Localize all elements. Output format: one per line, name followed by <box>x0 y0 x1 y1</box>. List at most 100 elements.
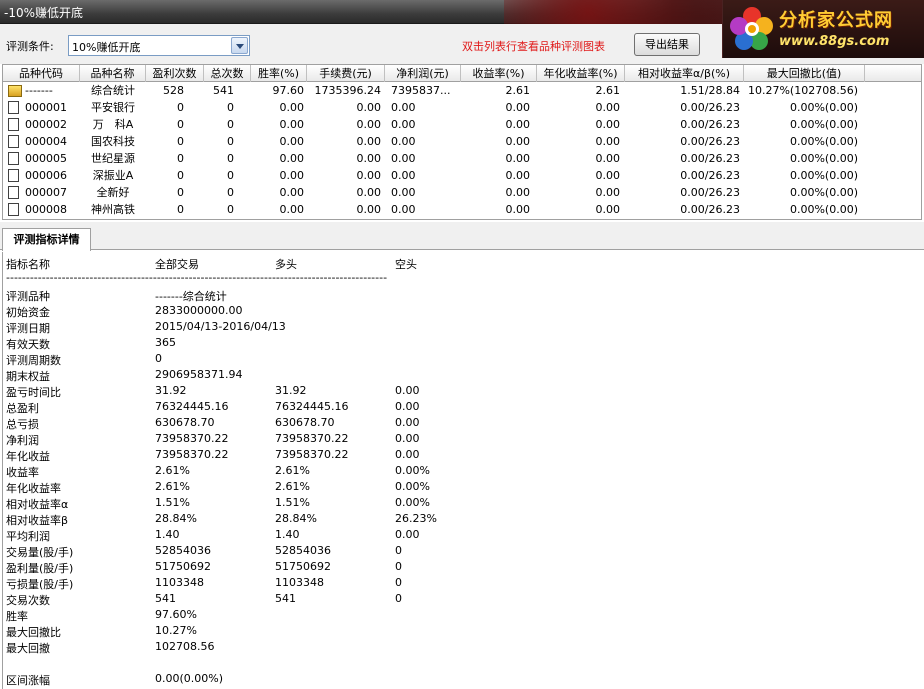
condition-select-value: 10%赚低开底 <box>72 41 141 54</box>
cell-win-rate: 97.60 <box>272 84 305 97</box>
col-header-annual-return[interactable]: 年化收益率(%) <box>537 65 625 82</box>
col-header-max-drawdown[interactable]: 最大回撤比(值) <box>744 65 865 82</box>
col-header-code[interactable]: 品种代码 <box>3 65 80 82</box>
col-header-win-rate[interactable]: 胜率(%) <box>251 65 307 82</box>
detail-all-value: 2.61% <box>155 480 190 493</box>
cell-total-count: 0 <box>227 135 234 148</box>
detail-short-value: 0.00 <box>395 384 420 397</box>
detail-long-value: 73958370.22 <box>275 448 349 461</box>
document-icon <box>8 135 19 148</box>
table-row[interactable]: ------- 综合统计 528 541 97.60 1735396.24 7395837.… <box>3 82 921 99</box>
table-row[interactable]: 000005 世纪星源 0 0 0.00 0.00 0.00 0.00 0.00 0.00/26.… <box>3 150 921 167</box>
cell-name: 国农科技 <box>91 135 135 148</box>
condition-select[interactable]: 10%赚低开底 <box>68 35 250 56</box>
cell-max-drawdown: 0.00%(0.00) <box>789 101 858 114</box>
cell-annual-return: 0.00 <box>595 135 621 148</box>
cell-win-rate: 0.00 <box>279 186 305 199</box>
detail-long-value: 1.40 <box>275 528 300 541</box>
condition-label: 评测条件: <box>6 40 54 53</box>
cell-max-drawdown: 0.00%(0.00) <box>789 169 858 182</box>
cell-annual-return: 0.00 <box>595 169 621 182</box>
detail-row: 评测品种 -------综合统计 <box>3 288 922 304</box>
col-header-fee[interactable]: 手续费(元) <box>307 65 385 82</box>
col-header-relative-return[interactable]: 相对收益率α/β(%) <box>625 65 744 82</box>
table-row[interactable]: 000002 万 科A 0 0 0.00 0.00 0.00 0.00 0.00 0.00/26.… <box>3 116 921 133</box>
table-row[interactable]: 000007 全新好 0 0 0.00 0.00 0.00 0.00 0.00 0.00/26.2… <box>3 184 921 201</box>
cell-total-count: 0 <box>227 101 234 114</box>
col-header-total-count[interactable]: 总次数 <box>204 65 251 82</box>
detail-short-value: 0.00 <box>395 528 420 541</box>
detail-row: 区间涨幅 0.00(0.00%) <box>3 672 922 688</box>
cell-net-profit: 0.00 <box>391 152 416 165</box>
table-row[interactable]: 000004 国农科技 0 0 0.00 0.00 0.00 0.00 0.00 0.00/26.… <box>3 133 921 150</box>
detail-long-value: 1103348 <box>275 576 324 589</box>
detail-short-value: 0 <box>395 560 402 573</box>
site-logo: 分析家公式网 www.88gs.com <box>722 0 924 58</box>
detail-row: 盈利量(股/手) 51750692 51750692 0 <box>3 560 922 576</box>
cell-return: 0.00 <box>505 118 531 131</box>
cell-name: 平安银行 <box>91 101 135 114</box>
cell-annual-return: 0.00 <box>595 118 621 131</box>
detail-metric-name: 最大回撤比 <box>6 626 61 639</box>
cell-win-count: 0 <box>177 203 184 216</box>
cell-name: 深振业A <box>92 169 134 182</box>
cell-total-count: 0 <box>227 118 234 131</box>
cell-relative-return: 0.00/26.23 <box>680 186 740 199</box>
cell-annual-return: 0.00 <box>595 186 621 199</box>
chevron-down-icon[interactable] <box>231 37 248 54</box>
cell-code: 000007 <box>25 186 67 199</box>
col-header-net-profit[interactable]: 净利润(元) <box>385 65 461 82</box>
cell-code: 000008 <box>25 203 67 216</box>
detail-metric-name: 初始资金 <box>6 306 50 319</box>
detail-all-value: 1.40 <box>155 528 180 541</box>
cell-win-rate: 0.00 <box>279 169 305 182</box>
table-row[interactable]: 000001 平安银行 0 0 0.00 0.00 0.00 0.00 0.00 0.00/26.… <box>3 99 921 116</box>
metric-details-panel: 指标名称 全部交易 多头 空头 ------------------------… <box>2 252 922 689</box>
tab-metric-details[interactable]: 评测指标详情 <box>2 228 91 251</box>
tab-strip: 评测指标详情 <box>0 222 924 251</box>
detail-all-value: 102708.56 <box>155 640 215 653</box>
cell-win-rate: 0.00 <box>279 152 305 165</box>
cell-annual-return: 0.00 <box>595 101 621 114</box>
detail-all-value: 76324445.16 <box>155 400 229 413</box>
table-header: 品种代码 品种名称 盈利次数 总次数 胜率(%) 手续费(元) 净利润(元) 收… <box>3 65 921 82</box>
detail-metric-name: 交易量(股/手) <box>6 546 74 559</box>
detail-metric-name: 盈亏时间比 <box>6 386 61 399</box>
detail-short-value: 0 <box>395 544 402 557</box>
detail-short-value: 0 <box>395 576 402 589</box>
detail-long-value: 28.84% <box>275 512 317 525</box>
detail-row: 期末权益 2906958371.94 <box>3 368 922 384</box>
detail-row: 有效天数 365 <box>3 336 922 352</box>
detail-all-value: 51750692 <box>155 560 211 573</box>
cell-fee: 0.00 <box>356 118 382 131</box>
table-row[interactable]: 000006 深振业A 0 0 0.00 0.00 0.00 0.00 0.00 0.00/26.… <box>3 167 921 184</box>
cell-return: 0.00 <box>505 169 531 182</box>
cell-relative-return: 0.00/26.23 <box>680 118 740 131</box>
col-header-name[interactable]: 品种名称 <box>80 65 146 82</box>
detail-short-value: 0.00 <box>395 400 420 413</box>
detail-metric-name: 年化收益 <box>6 450 50 463</box>
col-header-win-count[interactable]: 盈利次数 <box>146 65 204 82</box>
cell-win-count: 528 <box>163 84 184 97</box>
detail-long-value: 541 <box>275 592 296 605</box>
cell-win-rate: 0.00 <box>279 135 305 148</box>
flower-logo-icon <box>730 7 773 50</box>
detail-row: 年化收益率 2.61% 2.61% 0.00% <box>3 480 922 496</box>
cell-code: 000001 <box>25 101 67 114</box>
cell-win-rate: 0.00 <box>279 101 305 114</box>
detail-all-value: 0.00(0.00%) <box>155 672 224 685</box>
cell-win-count: 0 <box>177 152 184 165</box>
col-header-return[interactable]: 收益率(%) <box>461 65 537 82</box>
table-row[interactable]: 000008 神州高铁 0 0 0.00 0.00 0.00 0.00 0.00 0.00/26.… <box>3 201 921 218</box>
cell-win-count: 0 <box>177 186 184 199</box>
detail-all-value: 31.92 <box>155 384 187 397</box>
cell-net-profit: 0.00 <box>391 203 416 216</box>
detail-long-value: 52854036 <box>275 544 331 557</box>
detail-all-value: 10.27% <box>155 624 197 637</box>
detail-long-value: 2.61% <box>275 464 310 477</box>
detail-row: 总亏损 630678.70 630678.70 0.00 <box>3 416 922 432</box>
cell-relative-return: 0.00/26.23 <box>680 101 740 114</box>
export-button[interactable]: 导出结果 <box>634 33 700 56</box>
detail-row: 收益率 2.61% 2.61% 0.00% <box>3 464 922 480</box>
detail-short-value: 0.00% <box>395 496 430 509</box>
